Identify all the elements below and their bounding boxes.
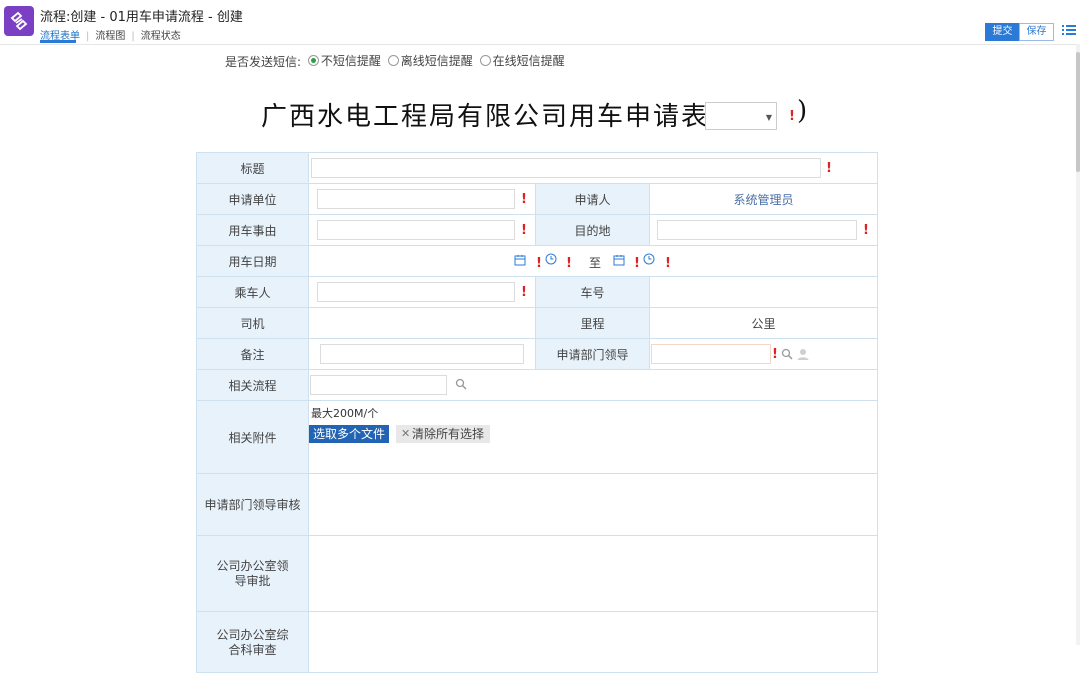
app-logo-icon (4, 6, 34, 36)
title-input[interactable] (311, 158, 821, 178)
required-mark: ! (536, 256, 542, 271)
close-icon: ✕ (401, 427, 411, 440)
search-icon[interactable] (455, 378, 467, 390)
title-bar: 流程:创建 - 01用车申请流程 - 创建 流程表单 | 流程图 | 流程状态 提交 保… (0, 0, 1080, 45)
remarks-input[interactable] (320, 344, 524, 364)
label-remarks: 备注 (196, 338, 309, 370)
driver-value (308, 307, 536, 339)
clock-icon[interactable] (643, 253, 655, 265)
required-mark: ! (772, 347, 778, 362)
active-tab-indicator (40, 40, 76, 43)
submit-button[interactable]: 提交 (985, 23, 1020, 41)
form-title-close: ) (797, 96, 808, 126)
related-flow-input[interactable] (310, 375, 447, 395)
dropdown-arrow-icon: ▼ (765, 113, 772, 122)
label-apply-unit: 申请单位 (196, 183, 309, 215)
pick-files-button[interactable]: 选取多个文件 (309, 425, 390, 443)
date-range-to: 至 (589, 256, 602, 270)
save-button[interactable]: 保存 (1019, 23, 1054, 41)
required-mark: ! (521, 285, 527, 300)
sms-option-offline[interactable]: 离线短信提醒 (385, 52, 473, 69)
dept-review-area (307, 473, 879, 536)
required-mark: ! (789, 109, 795, 124)
window-title: 流程:创建 - 01用车申请流程 - 创建 (40, 10, 243, 25)
tab-flowchart[interactable]: 流程图 (95, 31, 125, 42)
apply-unit-input[interactable] (317, 189, 515, 209)
radio-checked-icon[interactable] (307, 55, 319, 66)
label-car-no: 车号 (535, 276, 650, 308)
tab-status[interactable]: 流程状态 (141, 31, 181, 42)
mileage-unit: 公里 (648, 307, 879, 339)
label-dept-review: 申请部门领导审核 (196, 473, 309, 536)
sms-option-row: 是否发送短信: 不短信提醒 离线短信提醒 在线短信提醒 (225, 52, 565, 70)
label-mileage: 里程 (535, 307, 650, 339)
radio-icon[interactable] (387, 55, 399, 66)
required-mark: ! (826, 161, 832, 176)
calendar-icon[interactable] (613, 254, 625, 266)
required-mark: ! (566, 256, 572, 271)
sms-option-none[interactable]: 不短信提醒 (305, 52, 381, 69)
label-related-flow: 相关流程 (196, 369, 309, 401)
clock-icon[interactable] (545, 253, 557, 265)
user-select-icon[interactable] (796, 347, 810, 361)
attachment-size-limit: 最大200M/个 (311, 407, 379, 420)
label-title: 标题 (196, 152, 309, 184)
reason-input[interactable] (317, 220, 515, 240)
required-mark: ! (665, 256, 671, 271)
sms-label: 是否发送短信: (225, 55, 302, 69)
label-reason: 用车事由 (196, 214, 309, 246)
sms-option-online[interactable]: 在线短信提醒 (477, 52, 565, 69)
label-office-audit: 公司办公室综合科审查 (196, 611, 309, 673)
label-office-approve: 公司办公室领导审批 (196, 535, 309, 612)
label-destination: 目的地 (535, 214, 650, 246)
scrollbar[interactable] (1076, 44, 1080, 645)
label-passengers: 乘车人 (196, 276, 309, 308)
menu-list-icon[interactable] (1061, 22, 1077, 38)
title-type-select[interactable]: ▼ (705, 102, 777, 130)
clear-selection-button[interactable]: ✕ 清除所有选择 (396, 425, 491, 443)
required-mark: ! (634, 256, 640, 271)
applicant-value[interactable]: 系统管理员 (648, 183, 879, 215)
required-mark: ! (863, 223, 869, 238)
destination-input[interactable] (657, 220, 857, 240)
label-dept-leader: 申请部门领导 (535, 338, 650, 370)
calendar-icon[interactable] (514, 254, 526, 266)
label-attachment: 相关附件 (196, 400, 309, 474)
required-mark: ! (521, 192, 527, 207)
dept-leader-input[interactable] (651, 344, 771, 364)
label-date: 用车日期 (196, 245, 309, 277)
car-no-value (648, 276, 879, 308)
search-icon[interactable] (781, 348, 793, 360)
apply-form-table: 标题 ! 申请单位 ! 申请人 系统管理员 用车事由 ! 目的地 ! 用车日期 … (196, 152, 879, 673)
scroll-thumb[interactable] (1076, 52, 1080, 172)
required-mark: ! (521, 223, 527, 238)
form-title: 广西水电工程局有限公司用车申请表( (261, 102, 722, 132)
passengers-input[interactable] (317, 282, 515, 302)
office-approve-area (307, 535, 879, 612)
office-audit-area (307, 611, 879, 673)
radio-icon[interactable] (479, 55, 491, 66)
label-applicant: 申请人 (535, 183, 650, 215)
label-driver: 司机 (196, 307, 309, 339)
